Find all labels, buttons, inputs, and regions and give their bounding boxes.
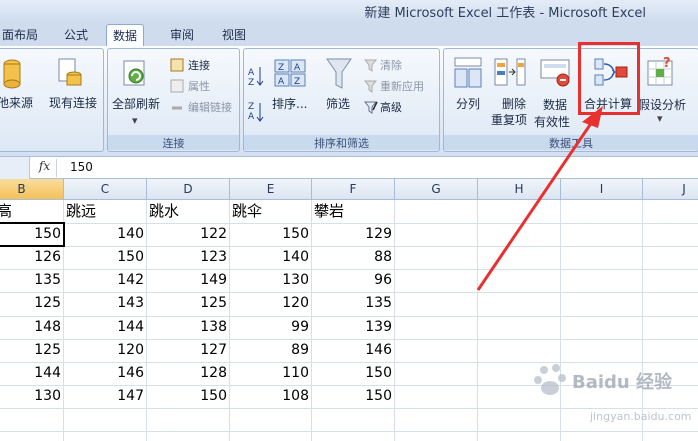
watermark: Baidu 经验 jingyan.baidu.com [528, 362, 698, 441]
baidu-paw-icon [534, 364, 566, 395]
watermark-url: jingyan.baidu.com [590, 410, 692, 423]
watermark-brand: Baidu 经验 [572, 372, 673, 393]
